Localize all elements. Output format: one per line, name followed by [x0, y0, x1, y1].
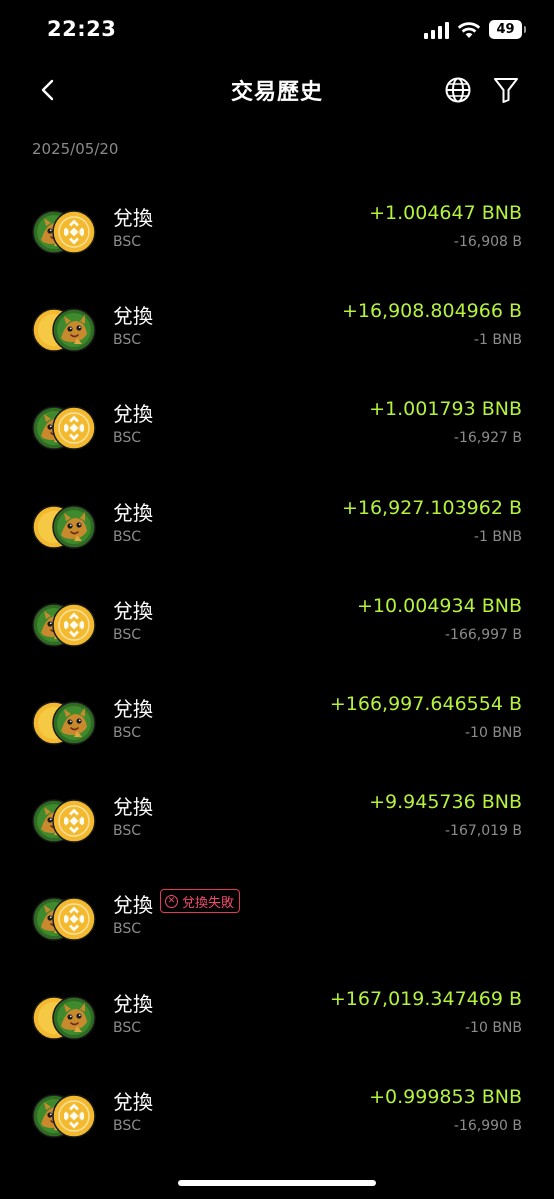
globe-icon: [445, 77, 471, 103]
transaction-row[interactable]: 兌換 BSC +166,997.646554 B -10 BNB: [0, 673, 554, 771]
filter-button[interactable]: [488, 72, 524, 108]
transaction-type: 兌換: [113, 598, 153, 623]
cat-coin-icon: [52, 995, 96, 1040]
transaction-type: 兌換: [113, 893, 153, 918]
failed-status-label: 兌換失敗: [182, 895, 235, 911]
received-amount: +9.945736 BNB: [369, 791, 522, 814]
cat-coin-icon: [52, 504, 96, 549]
status-icons: 49: [424, 20, 526, 39]
status-bar: 22:23 49: [0, 0, 554, 62]
token-pair-icons: [32, 406, 98, 451]
transaction-chain: BSC: [113, 1117, 142, 1134]
sent-amount: -16,990 B: [453, 1117, 522, 1134]
transaction-chain: BSC: [113, 332, 142, 349]
transaction-row[interactable]: 兌換 BSC +9.945736 BNB -167,019 B: [0, 771, 554, 869]
token-pair-icons: [32, 701, 98, 745]
transaction-type: 兌換: [113, 795, 153, 820]
bnb-coin-icon: [52, 406, 96, 451]
sent-amount: -1 BNB: [473, 528, 522, 545]
sent-amount: -1 BNB: [473, 332, 522, 349]
transaction-type: 兌換: [113, 1089, 153, 1114]
failed-status-badge: ✕ 兌換失敗: [160, 889, 241, 914]
token-pair-icons: [32, 995, 98, 1040]
sent-amount: -16,927 B: [453, 430, 522, 447]
close-circle-icon: ✕: [165, 894, 178, 908]
wifi-icon: [457, 21, 481, 38]
transaction-list: 兌換 BSC +1.004647 BNB -16,908 B 兌換 BSC +16,908…: [0, 182, 554, 1164]
sent-amount: -167,019 B: [445, 823, 522, 840]
transaction-chain: BSC: [113, 921, 142, 938]
received-amount: +16,927.103962 B: [341, 496, 522, 519]
bnb-coin-icon: [52, 603, 96, 647]
filter-icon: [494, 78, 518, 103]
cellular-signal-icon: [424, 21, 449, 39]
token-pair-icons: [32, 603, 98, 647]
transaction-row[interactable]: 兌換 BSC +16,927.103962 B -1 BNB: [0, 477, 554, 575]
transaction-chain: BSC: [113, 528, 142, 545]
bnb-coin-icon: [52, 1093, 96, 1138]
transaction-type: 兌換: [113, 304, 153, 329]
transaction-history-screen: 22:23 49 交易歷史 2025/05/20 兌換 BSC +1.00464…: [0, 0, 554, 1199]
transaction-chain: BSC: [113, 626, 142, 643]
status-time: 22:23: [47, 17, 117, 41]
header: 交易歷史: [0, 62, 554, 118]
transaction-row[interactable]: 兌換 BSC +0.999853 BNB -16,990 B: [0, 1066, 554, 1164]
transaction-type: 兌換: [113, 500, 153, 525]
transaction-row[interactable]: 兌換 BSC ✕ 兌換失敗: [0, 869, 554, 967]
received-amount: +10.004934 BNB: [357, 594, 522, 617]
transaction-row[interactable]: 兌換 BSC +1.001793 BNB -16,927 B: [0, 378, 554, 476]
transaction-chain: BSC: [113, 724, 142, 741]
date-header: 2025/05/20: [32, 140, 119, 158]
transaction-chain: BSC: [113, 234, 142, 250]
battery-icon: 49: [489, 20, 526, 39]
sent-amount: -16,908 B: [453, 234, 522, 250]
bnb-coin-icon: [52, 897, 96, 942]
received-amount: +0.999853 BNB: [369, 1085, 522, 1108]
sent-amount: -10 BNB: [465, 724, 522, 741]
token-pair-icons: [32, 897, 98, 942]
transaction-row[interactable]: 兌換 BSC +16,908.804966 B -1 BNB: [0, 280, 554, 378]
received-amount: +167,019.347469 B: [329, 987, 522, 1010]
token-pair-icons: [32, 1093, 98, 1138]
transaction-type: 兌換: [113, 206, 153, 230]
transaction-row[interactable]: 兌換 BSC +167,019.347469 B -10 BNB: [0, 968, 554, 1066]
cat-coin-icon: [52, 308, 96, 352]
transaction-type: 兌換: [113, 402, 153, 427]
transaction-chain: BSC: [113, 430, 142, 447]
transaction-chain: BSC: [113, 823, 142, 840]
received-amount: +16,908.804966 B: [341, 300, 522, 323]
token-pair-icons: [32, 308, 98, 352]
transaction-type: 兌換: [113, 696, 153, 721]
bnb-coin-icon: [52, 210, 96, 254]
cat-coin-icon: [52, 701, 96, 745]
bnb-coin-icon: [52, 799, 96, 843]
received-amount: +1.004647 BNB: [369, 202, 522, 224]
token-pair-icons: [32, 799, 98, 843]
transaction-type: 兌換: [113, 991, 153, 1016]
network-button[interactable]: [440, 72, 476, 108]
sent-amount: -166,997 B: [445, 626, 522, 643]
transaction-chain: BSC: [113, 1019, 142, 1036]
sent-amount: -10 BNB: [465, 1019, 522, 1036]
token-pair-icons: [32, 504, 98, 549]
token-pair-icons: [32, 210, 98, 254]
received-amount: +1.001793 BNB: [369, 398, 522, 421]
transaction-row[interactable]: 兌換 BSC +10.004934 BNB -166,997 B: [0, 575, 554, 673]
received-amount: +166,997.646554 B: [329, 692, 522, 715]
transaction-row[interactable]: 兌換 BSC +1.004647 BNB -16,908 B: [0, 182, 554, 280]
home-indicator[interactable]: [178, 1180, 376, 1186]
